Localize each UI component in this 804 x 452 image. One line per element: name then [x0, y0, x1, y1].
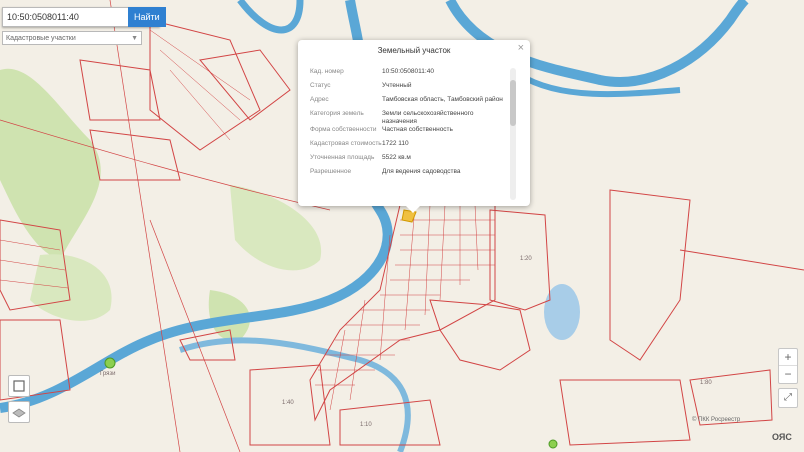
map-label: 1:40 [282, 400, 294, 406]
popup-row-value: Для ведения садоводства [382, 168, 461, 175]
zoom-control: + − [778, 348, 798, 384]
fullscreen-button[interactable] [8, 375, 30, 397]
popup-row: Статус Учтенный [310, 82, 506, 96]
popup-row-value: Учтенный [382, 82, 412, 89]
popup-row: Кад. номер 10:50:0508011:40 [310, 68, 506, 82]
popup-row-key: Форма собственности [310, 126, 377, 133]
popup-row: Уточненная площадь 5522 кв.м [310, 154, 506, 168]
popup-attributes: Кад. номер 10:50:0508011:40 Статус Учтенны… [310, 68, 506, 200]
layers-button[interactable] [8, 401, 30, 423]
popup-row: Форма собственности Частная собственность [310, 126, 506, 140]
fullscreen-icon [13, 380, 25, 392]
map-label: 1:10 [360, 422, 372, 428]
layer-select-value: Кадастровые участки [6, 34, 76, 42]
zoom-in-button[interactable]: + [779, 349, 797, 365]
zoom-out-button[interactable]: − [779, 366, 797, 382]
popup-row-key: Адрес [310, 96, 329, 103]
poi-marker-icon[interactable] [104, 357, 116, 369]
fit-extent-button[interactable]: ⤢ [778, 388, 798, 408]
popup-row-value: 1722 110 [382, 140, 409, 147]
popup-row-value: 10:50:0508011:40 [382, 68, 434, 75]
scrollbar-thumb[interactable] [510, 80, 516, 126]
popup-row-key: Статус [310, 82, 331, 89]
popup-row: Категория земель Земли сельскохозяйственн… [310, 110, 506, 126]
watermark: ОЯС [772, 432, 792, 442]
popup-pointer [406, 206, 420, 213]
chevron-down-icon: ▼ [131, 34, 138, 42]
close-icon[interactable]: × [518, 42, 524, 54]
popup-title: Земельный участок [377, 46, 451, 55]
search-button[interactable]: Найти [128, 7, 166, 27]
layer-select[interactable]: Кадастровые участки ▼ [2, 31, 142, 45]
popup-row-value: 5522 кв.м [382, 154, 411, 161]
popup-row-key: Разрешенное [310, 168, 352, 175]
popup-scrollbar[interactable] [510, 68, 516, 200]
search-bar: Найти [2, 7, 166, 27]
map-label: 1:20 [520, 256, 532, 262]
map-label: 1:80 [700, 380, 712, 386]
popup-row-key: Кад. номер [310, 68, 344, 75]
search-input[interactable] [2, 7, 128, 27]
popup-row-key: Категория земель [310, 110, 364, 117]
popup-row: Кадастровая стоимость 1722 110 [310, 140, 506, 154]
popup-row: Адрес Тамбовская область, Тамбовский райо… [310, 96, 506, 110]
popup-row-value: Земли сельскохозяйственного назначения [382, 110, 474, 125]
map-label: Грязи [100, 371, 116, 377]
popup-row-key: Кадастровая стоимость [310, 140, 382, 147]
popup-row: Разрешенное Для ведения садоводства [310, 168, 506, 182]
parcel-info-popup: Земельный участок × Кад. номер 10:50:0508… [298, 40, 530, 213]
popup-row-key: Уточненная площадь [310, 154, 375, 161]
map-attribution: © ПКК Росреестр [692, 417, 741, 423]
layers-icon [12, 408, 26, 418]
popup-row-value: Тамбовская область, Тамбовский район [382, 96, 503, 103]
popup-row-value: Частная собственность [382, 126, 453, 133]
poi-marker-icon[interactable] [548, 439, 558, 449]
